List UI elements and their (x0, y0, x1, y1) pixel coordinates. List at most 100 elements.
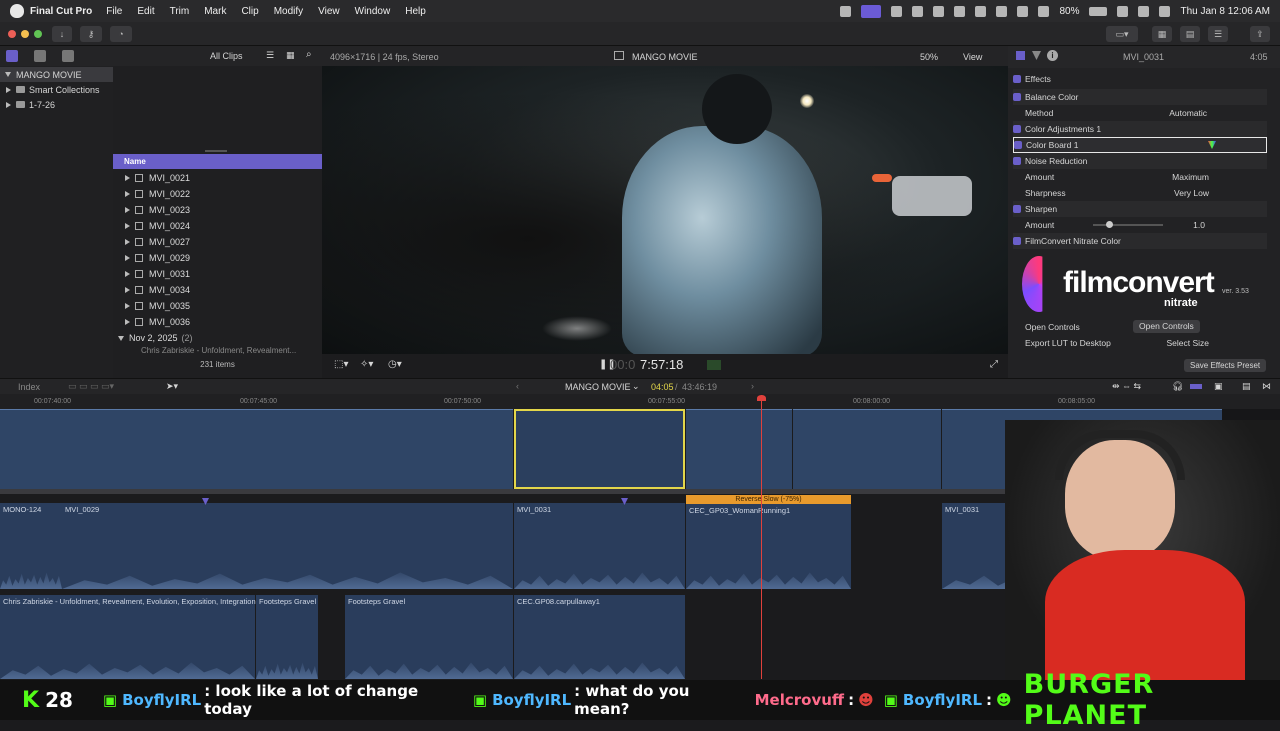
back-arrow-icon[interactable]: ‹ (516, 381, 519, 391)
color-board-icon[interactable] (1208, 141, 1216, 149)
transform-icon[interactable]: ⬚▾ (334, 359, 348, 370)
select-size-popup[interactable]: Select Size (1166, 338, 1209, 348)
photos-audio-icon[interactable] (34, 50, 46, 62)
menu-help[interactable]: Help (405, 6, 426, 17)
siri-icon[interactable] (1159, 5, 1171, 17)
sharpen-checkbox[interactable] (1013, 205, 1021, 213)
list-item[interactable]: MVI_0027 (113, 234, 322, 250)
menu-clip[interactable]: Clip (241, 6, 258, 17)
headphones-icon[interactable]: 🎧︎ (1172, 381, 1183, 392)
bluetooth-icon[interactable] (1017, 5, 1029, 17)
retime-bar[interactable]: Reverse Slow (-75%) (686, 495, 851, 504)
noise-reduction-checkbox[interactable] (1013, 157, 1021, 165)
index-button[interactable]: Index (18, 382, 40, 392)
chevron-down-icon[interactable]: ⌄ (632, 381, 640, 392)
search-icon[interactable]: ⌕ (306, 49, 312, 60)
forward-arrow-icon[interactable]: › (751, 381, 754, 391)
timeline-toggle-icon[interactable]: ▤ (1180, 26, 1200, 42)
fullscreen-icon[interactable]: ⤢ (990, 359, 998, 370)
timeline-close-icon[interactable]: ⋈ (1262, 381, 1271, 392)
zoom-menu[interactable]: 50% (920, 52, 938, 62)
import-icon[interactable]: ↓ (52, 26, 72, 42)
list-item[interactable]: MVI_0024 (113, 218, 322, 234)
menu-mark[interactable]: Mark (204, 6, 226, 17)
clip-appearance-icon[interactable]: ▦ (286, 50, 295, 61)
video-clip[interactable] (793, 409, 941, 489)
speed-icon[interactable]: ◷▾ (388, 359, 402, 370)
menu-view[interactable]: View (318, 6, 340, 17)
noise-reduction-row[interactable]: Noise Reduction (1013, 153, 1267, 169)
disclosure-open-icon[interactable] (118, 335, 124, 341)
timecode-display[interactable]: 7:57:18 (640, 357, 683, 372)
wifi-icon[interactable] (1038, 5, 1050, 17)
menu-file[interactable]: File (106, 6, 122, 17)
sharpen-row[interactable]: Sharpen (1013, 201, 1267, 217)
inspector-toggle-icon[interactable]: ☰ (1208, 26, 1228, 42)
audio-clip[interactable]: MONO-124 (0, 503, 62, 589)
audio-clip[interactable]: Footsteps Gravel (256, 595, 318, 679)
balance-color-checkbox[interactable] (1013, 93, 1021, 101)
color-adjustments-checkbox[interactable] (1013, 125, 1021, 133)
audio-clip[interactable]: MVI_0031 (514, 503, 685, 589)
balance-color-row[interactable]: Balance Color (1013, 89, 1267, 105)
video-clip[interactable] (0, 409, 513, 489)
enhance-icon[interactable]: ✧▾ (360, 359, 373, 370)
open-controls-button[interactable]: Open Controls (1133, 320, 1200, 333)
disclosure-open-icon[interactable] (5, 72, 11, 77)
video-frame[interactable] (322, 66, 1008, 354)
disclosure-icon[interactable] (6, 101, 11, 108)
info-icon[interactable]: i (1047, 50, 1058, 61)
list-item[interactable]: MVI_0035 (113, 298, 322, 314)
menu-window[interactable]: Window (355, 6, 391, 17)
transitions-browser-icon[interactable]: ▤ (1242, 381, 1251, 392)
titles-generators-icon[interactable] (62, 50, 74, 62)
color-adjustments-row[interactable]: Color Adjustments 1 (1013, 121, 1267, 137)
audio-clip[interactable]: Footsteps Gravel (345, 595, 513, 679)
app-name[interactable]: Final Cut Pro (30, 6, 92, 17)
effects-browser-icon[interactable]: ▣ (1214, 381, 1223, 392)
audio-clip[interactable]: MVI_0029 (62, 503, 513, 589)
sharpen-amount-value[interactable]: 1.0 (1193, 220, 1205, 230)
filmstrip-divider[interactable] (205, 150, 227, 152)
menu-modify[interactable]: Modify (274, 6, 303, 17)
audio-clip[interactable]: CEC_GP03_WomanRunning1 (686, 504, 851, 589)
zoom-window-button[interactable] (34, 30, 42, 38)
battery-icon[interactable] (1089, 6, 1108, 16)
filmconvert-checkbox[interactable] (1013, 237, 1021, 245)
video-clip[interactable] (686, 409, 792, 489)
share-icon[interactable]: ⇪ (1250, 26, 1270, 42)
list-item[interactable]: MVI_0036 (113, 314, 322, 330)
color-board-checkbox[interactable] (1014, 141, 1022, 149)
view-menu[interactable]: View (963, 52, 982, 62)
list-item[interactable]: MVI_0021 (113, 170, 322, 186)
edit-tools-icon[interactable]: ▭ ▭ ▭ ▭▾ (68, 381, 114, 392)
play-icon[interactable] (933, 5, 945, 17)
selected-clip[interactable] (514, 409, 685, 489)
playhead[interactable] (761, 395, 762, 679)
effects-section[interactable]: Effects (1013, 71, 1267, 87)
select-tool-icon[interactable]: ➤▾ (166, 381, 178, 392)
method-popup[interactable]: Automatic (1169, 108, 1207, 118)
effects-checkbox[interactable] (1013, 75, 1021, 83)
date-group[interactable]: Nov 2, 2025 (2) (113, 330, 322, 346)
timeline-ruler[interactable]: 00:07:40:00 00:07:45:00 00:07:50:00 00:0… (0, 394, 1280, 409)
background-tasks-icon[interactable]: ◔ (110, 26, 132, 42)
list-item[interactable]: MVI_0034 (113, 282, 322, 298)
list-item[interactable]: Chris Zabriskie - Unfoldment, Revealment… (113, 346, 322, 355)
sharpness-popup[interactable]: Very Low (1174, 188, 1209, 198)
audio-clip[interactable]: Chris Zabriskie - Unfoldment, Revealment… (0, 595, 271, 679)
workspace-icon[interactable]: ▭▾ (1106, 26, 1138, 42)
zoom-tools-icon[interactable]: ⇹ ⇔ ⇆ (1112, 381, 1141, 392)
control-center-icon[interactable] (1138, 5, 1150, 17)
screen-record-icon[interactable] (861, 4, 882, 18)
creative-cloud-icon[interactable] (840, 5, 852, 17)
list-item[interactable]: MVI_0023 (113, 202, 322, 218)
libraries-icon[interactable] (6, 50, 18, 62)
keyword-icon[interactable]: ⚷ (80, 26, 102, 42)
save-effects-preset-button[interactable]: Save Effects Preset (1184, 359, 1267, 372)
list-item[interactable]: MVI_0031 (113, 266, 322, 282)
display-icon[interactable] (975, 5, 987, 17)
project-menu[interactable]: MANGO MOVIE (565, 382, 631, 392)
menu-edit[interactable]: Edit (137, 6, 154, 17)
menu-trim[interactable]: Trim (170, 6, 190, 17)
